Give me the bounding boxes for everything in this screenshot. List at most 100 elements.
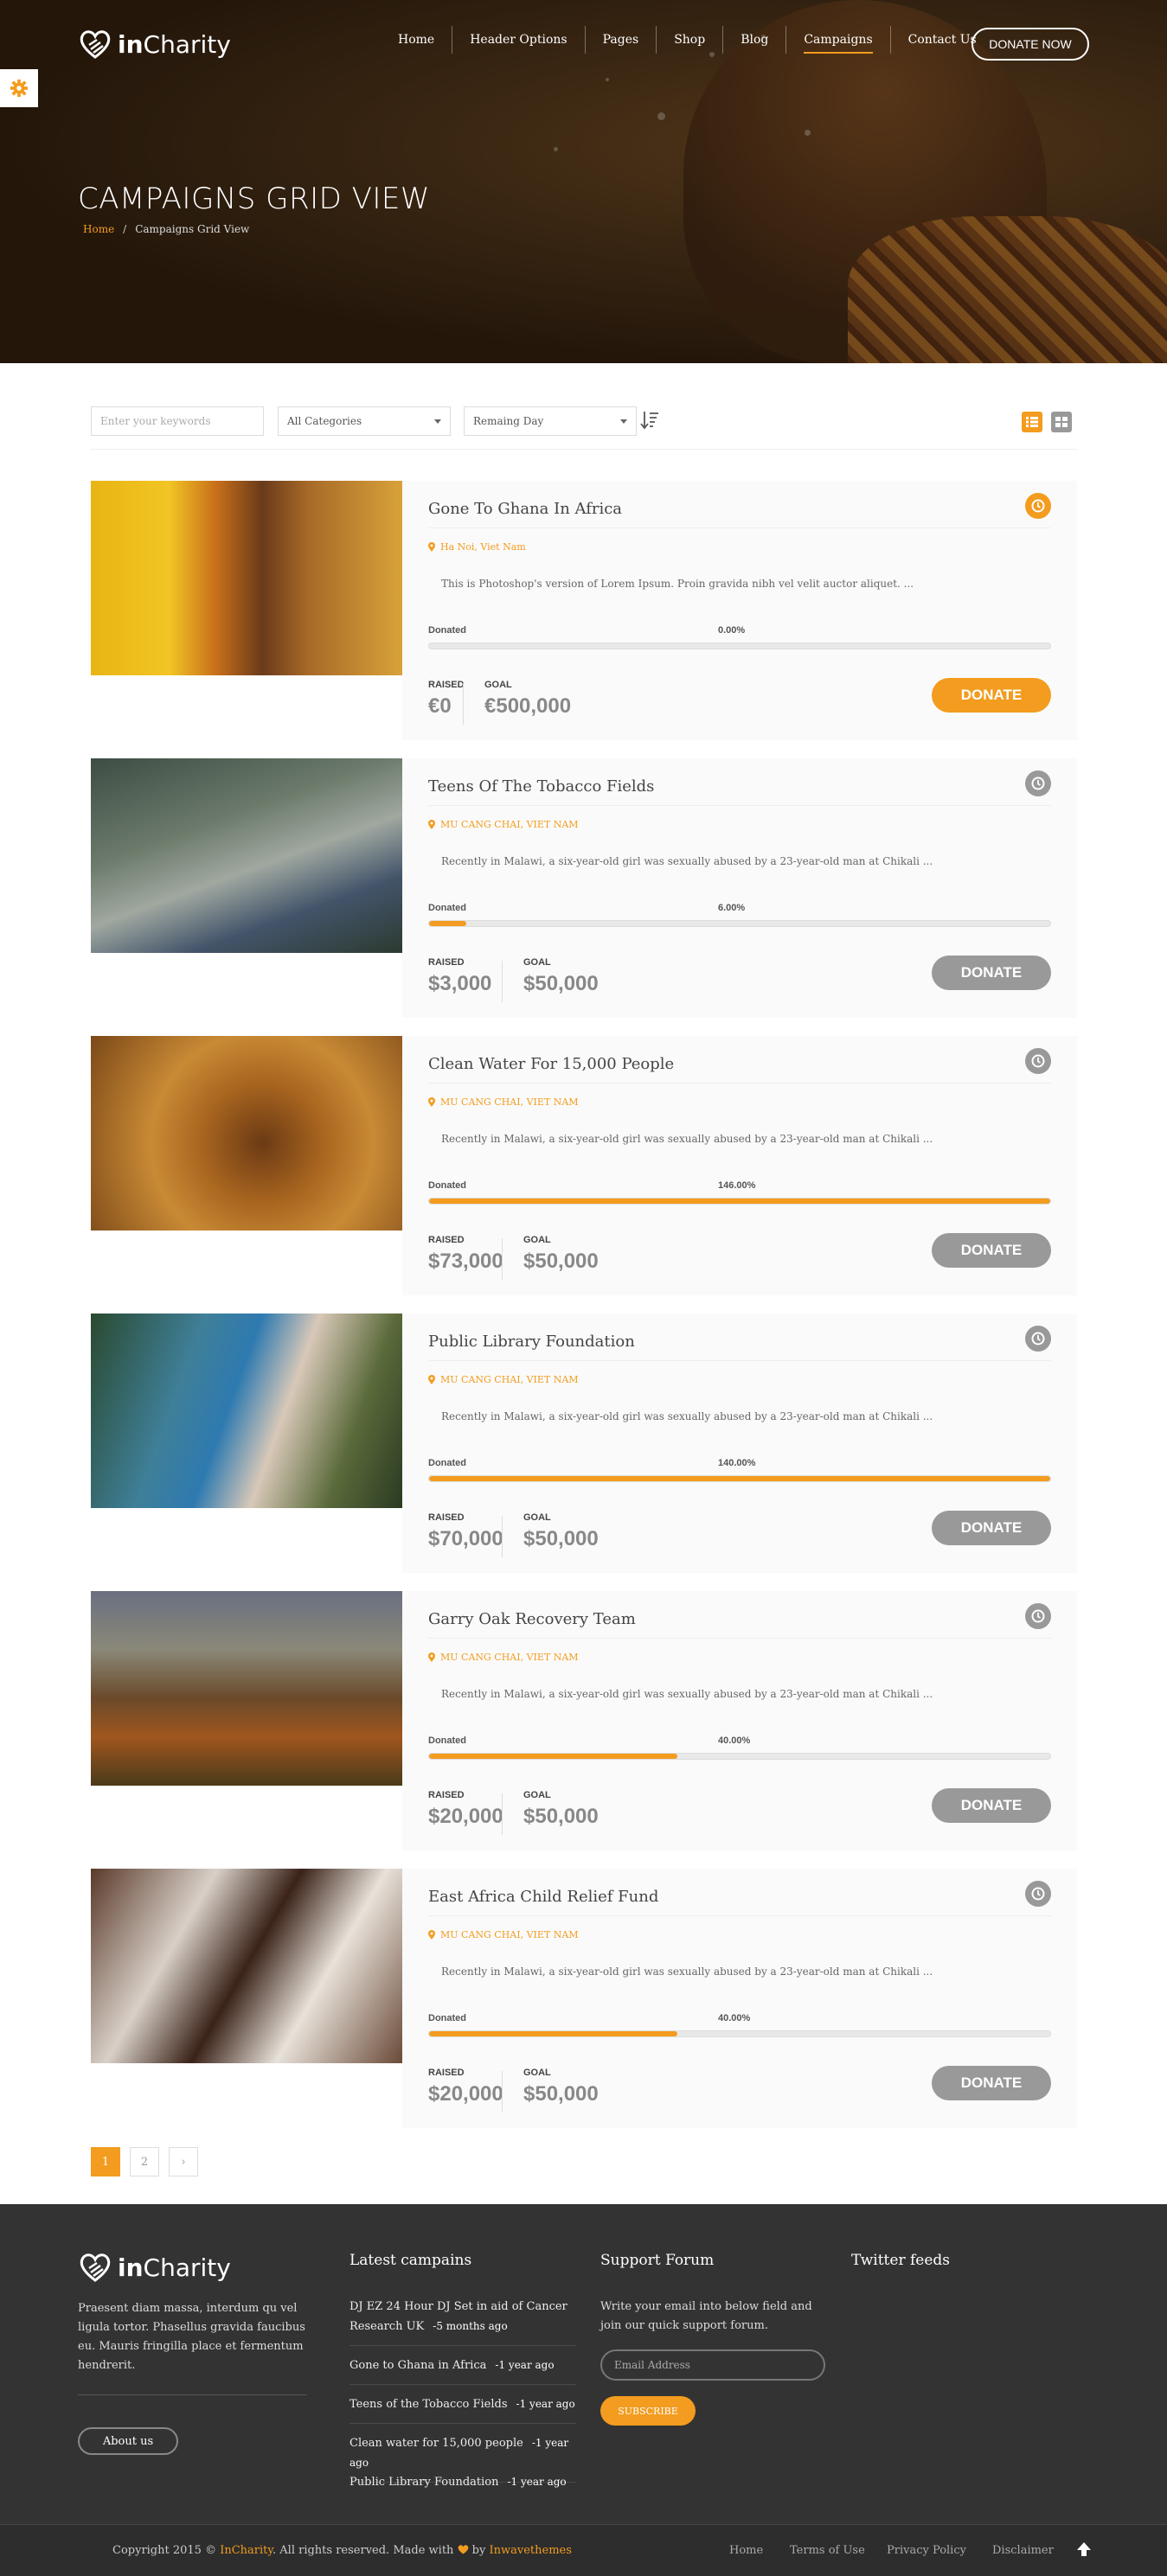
sort-order-icon[interactable] [640,410,659,431]
subscribe-button[interactable]: SUBSCRIBE [600,2396,696,2426]
raised-label: RAISED [428,957,465,968]
campaign-title[interactable]: Teens Of The Tobacco Fields [428,777,654,796]
donate-button[interactable]: DONATE [932,1788,1051,1823]
nav-shop[interactable]: Shop [657,26,724,54]
heart-hand-icon [80,2253,111,2282]
campaign-card: Gone To Ghana In Africa Ha Noi, Viet Nam… [91,481,1077,740]
donate-now-button[interactable]: DONATE NOW [971,28,1089,61]
goal-value: $50,000 [523,972,599,995]
sort-select[interactable]: Remaing Day [464,406,637,436]
goal-value: €500,000 [484,694,572,718]
map-pin-icon [428,1375,435,1384]
divider [502,1793,503,1835]
donate-button[interactable]: DONATE [932,1233,1051,1268]
progress-bar [428,642,1051,649]
scroll-top-icon[interactable] [1075,2541,1093,2558]
footer-link-disclaimer[interactable]: Disclaimer [992,2544,1054,2557]
logo-bold: in [118,29,144,59]
goal-value: $50,000 [523,2082,599,2106]
settings-toggle[interactable] [0,69,38,107]
divider [428,1915,1051,1916]
clock-icon[interactable] [1025,1048,1051,1074]
campaign-body: Clean Water For 15,000 People MU CANG CH… [402,1036,1077,1295]
latest-campaign-item[interactable]: Public Library Foundation -1 year ago [349,2472,576,2501]
progress-bar [428,1198,1051,1205]
campaign-description: Recently in Malawi, a six-year-old girl … [441,1688,933,1700]
next-page-button[interactable]: › [169,2147,198,2176]
latest-campaign-item[interactable]: Teens of the Tobacco Fields -1 year ago [349,2394,576,2424]
campaign-body: Teens Of The Tobacco Fields MU CANG CHAI… [402,758,1077,1018]
category-select[interactable]: All Categories [278,406,451,436]
footer-logo[interactable]: inCharity [78,2253,231,2282]
clock-icon[interactable] [1025,493,1051,519]
breadcrumb-home[interactable]: Home [83,223,114,235]
divider [502,1516,503,1557]
goal-label: GOAL [523,957,551,968]
footer-link-terms[interactable]: Terms of Use [790,2544,865,2557]
campaign-location: MU CANG CHAI, VIET NAM [428,1374,579,1385]
nav-pages[interactable]: Pages [586,26,657,54]
site-logo[interactable]: inCharity [78,29,231,59]
grid-view-icon[interactable] [1022,412,1042,432]
raised-label: RAISED [428,2068,465,2078]
main-nav: Home Header Options Pages Shop Blog Camp… [381,26,994,54]
about-us-button[interactable]: About us [78,2427,178,2455]
campaign-title[interactable]: Public Library Foundation [428,1333,635,1351]
campaign-location: MU CANG CHAI, VIET NAM [428,819,579,830]
page-2-button[interactable]: 2 [130,2147,159,2176]
copyright-text: Copyright 2015 © InCharity. All rights r… [112,2544,572,2557]
location-text: MU CANG CHAI, VIET NAM [440,1652,579,1663]
location-text: MU CANG CHAI, VIET NAM [440,1096,579,1108]
footer: inCharity Praesent diam massa, interdum … [0,2204,1167,2524]
latest-campaign-item[interactable]: DJ EZ 24 Hour DJ Set in aid of Cancer Re… [349,2298,576,2346]
gear-icon [10,79,29,98]
campaign-title[interactable]: East Africa Child Relief Fund [428,1888,658,1906]
goal-stat: GOAL $50,000 [523,2068,599,2106]
campaign-title[interactable]: Gone To Ghana In Africa [428,500,622,518]
nav-campaigns[interactable]: Campaigns [786,26,891,54]
goal-stat: GOAL €500,000 [484,680,571,719]
nav-header-options[interactable]: Header Options [452,26,586,54]
donate-button[interactable]: DONATE [932,2066,1051,2100]
author-link[interactable]: Inwavethemes [489,2544,571,2557]
progress-fill [429,1476,1050,1481]
email-field[interactable]: Email Address [600,2349,825,2381]
goal-stat: GOAL $50,000 [523,957,599,996]
donate-button[interactable]: DONATE [932,1511,1051,1545]
campaign-image[interactable] [91,1314,402,1508]
campaign-image[interactable] [91,1869,402,2063]
footer-link-privacy[interactable]: Privacy Policy [887,2544,966,2557]
latest-campaign-item[interactable]: Gone to Ghana in Africa -1 year ago [349,2355,576,2385]
keyword-search-input[interactable]: Enter your keywords [91,406,264,436]
list-view-icon[interactable] [1051,412,1072,432]
campaign-image[interactable] [91,481,402,675]
page-1-button[interactable]: 1 [91,2147,120,2176]
copyright-by: by [468,2544,490,2557]
clock-icon[interactable] [1025,1326,1051,1352]
donated-label: Donated [428,1180,466,1191]
campaign-title[interactable]: Clean Water For 15,000 People [428,1055,674,1073]
heart-hand-icon [80,30,111,59]
donated-percent: 40.00% [718,2013,751,2023]
campaign-location: MU CANG CHAI, VIET NAM [428,1096,579,1108]
nav-blog[interactable]: Blog [723,26,787,54]
raised-value: $70,000 [428,1527,503,1550]
nav-home[interactable]: Home [381,26,453,54]
clock-icon[interactable] [1025,1881,1051,1907]
campaign-image[interactable] [91,1036,402,1230]
footer-link-home[interactable]: Home [729,2544,763,2557]
campaign-title[interactable]: Garry Oak Recovery Team [428,1610,636,1628]
latest-campaign-title: Clean water for 15,000 people [349,2437,523,2450]
campaign-image[interactable] [91,1591,402,1786]
brand-link[interactable]: InCharity [220,2544,273,2557]
donate-button[interactable]: DONATE [932,678,1051,713]
clock-icon[interactable] [1025,1603,1051,1629]
divider [502,961,503,1002]
clock-icon[interactable] [1025,770,1051,796]
category-value: All Categories [287,415,362,427]
goal-label: GOAL [523,1235,551,1245]
campaign-image[interactable] [91,758,402,953]
progress-fill [429,1199,1050,1204]
donated-percent: 6.00% [718,903,746,913]
donate-button[interactable]: DONATE [932,956,1051,990]
